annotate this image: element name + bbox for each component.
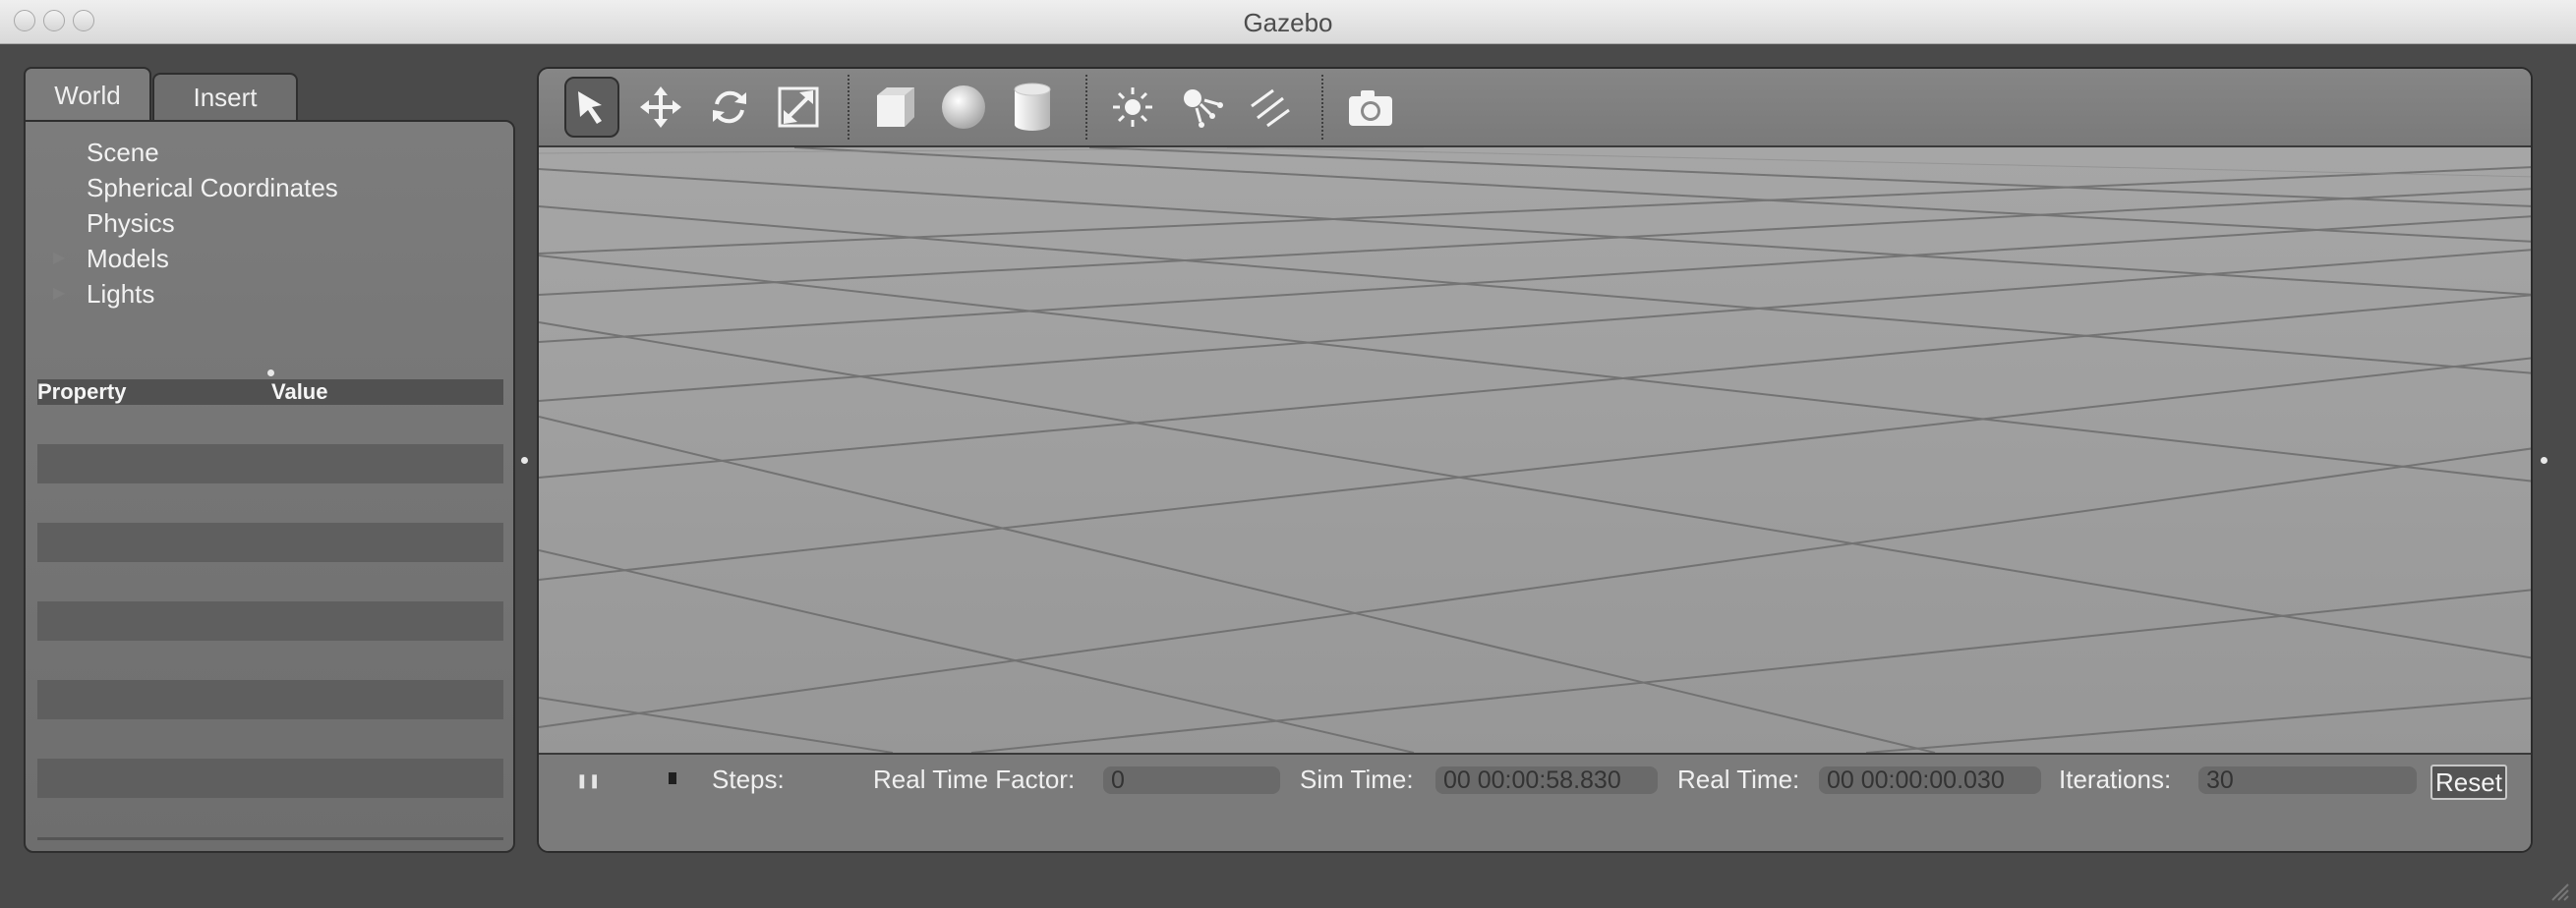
tree-item-physics[interactable]: Physics	[87, 208, 175, 239]
rotate-icon	[713, 90, 746, 124]
step-icon[interactable]	[669, 772, 676, 784]
insert-cylinder-button[interactable]	[1005, 77, 1060, 138]
iterations-label: Iterations:	[2059, 765, 2172, 794]
toolbar-separator	[848, 75, 849, 140]
tree-item-spherical-coordinates[interactable]: Spherical Coordinates	[87, 173, 338, 203]
point-light-icon	[1113, 87, 1152, 127]
real-time-field: 00 00:00:00.030	[1819, 766, 2041, 794]
toolbar	[539, 69, 2531, 147]
property-row[interactable]	[37, 759, 503, 798]
insert-point-light-button[interactable]	[1105, 77, 1160, 138]
box-shape-icon	[877, 87, 914, 127]
real-time-label: Real Time:	[1677, 765, 1800, 794]
property-row[interactable]	[37, 523, 503, 562]
ground-plane-grid	[539, 146, 2531, 754]
iterations-field: 30	[2198, 766, 2417, 794]
tab-world[interactable]: World	[24, 67, 151, 122]
reset-button[interactable]: Reset	[2430, 765, 2507, 800]
property-table-header: Property Value	[37, 379, 503, 405]
insert-sphere-button[interactable]	[936, 77, 991, 138]
right-splitter-handle[interactable]	[2541, 457, 2547, 464]
3d-viewport[interactable]	[539, 146, 2531, 754]
expand-lights-arrow-icon[interactable]: ▶	[53, 283, 65, 303]
translate-icon	[640, 86, 681, 128]
panel-splitter-handle[interactable]	[267, 369, 274, 376]
world-panel: Scene Spherical Coordinates Physics ▶ Mo…	[24, 120, 515, 853]
value-column-header[interactable]: Value	[271, 379, 327, 405]
directional-light-icon	[1251, 88, 1290, 128]
tab-insert[interactable]: Insert	[152, 73, 298, 120]
screenshot-button[interactable]	[1343, 77, 1398, 138]
sim-time-label: Sim Time:	[1300, 765, 1414, 794]
translate-mode-button[interactable]	[633, 77, 688, 138]
toolbar-separator	[1321, 75, 1323, 140]
rotate-mode-button[interactable]	[702, 77, 757, 138]
pause-icon[interactable]: ❚❚	[576, 772, 601, 789]
property-row[interactable]	[37, 444, 503, 483]
toolbar-separator	[1085, 75, 1087, 140]
insert-box-button[interactable]	[867, 77, 922, 138]
expand-models-arrow-icon[interactable]: ▶	[53, 248, 65, 267]
panel-divider	[37, 837, 503, 840]
resize-grip-icon[interactable]	[2548, 880, 2570, 902]
scale-icon	[778, 86, 819, 128]
property-row[interactable]	[37, 680, 503, 719]
render-panel: ❚❚ Steps: Real Time Factor: 0 Sim Time: …	[537, 67, 2533, 853]
scale-mode-button[interactable]	[771, 77, 826, 138]
property-row[interactable]	[37, 601, 503, 641]
simulation-status-bar: ❚❚ Steps: Real Time Factor: 0 Sim Time: …	[539, 753, 2531, 851]
steps-label: Steps:	[712, 765, 785, 794]
select-arrow-icon	[578, 91, 602, 124]
real-time-factor-label: Real Time Factor:	[873, 765, 1076, 794]
insert-directional-light-button[interactable]	[1243, 77, 1298, 138]
window-title: Gazebo	[1243, 8, 1333, 37]
property-column-header[interactable]: Property	[37, 379, 126, 405]
spot-light-icon	[1184, 89, 1223, 128]
insert-spot-light-button[interactable]	[1174, 77, 1229, 138]
cylinder-shape-icon	[1014, 83, 1051, 131]
tree-item-lights[interactable]: Lights	[87, 279, 154, 310]
real-time-factor-field: 0	[1103, 766, 1280, 794]
screenshot-camera-icon	[1349, 90, 1392, 126]
sim-time-field: 00 00:00:58.830	[1435, 766, 1658, 794]
sphere-shape-icon	[942, 85, 985, 129]
select-mode-button[interactable]	[564, 77, 619, 138]
title-bar: Gazebo	[0, 0, 2576, 44]
tree-item-scene[interactable]: Scene	[87, 138, 159, 168]
left-splitter-handle[interactable]	[521, 457, 528, 464]
tree-item-models[interactable]: Models	[87, 244, 169, 274]
